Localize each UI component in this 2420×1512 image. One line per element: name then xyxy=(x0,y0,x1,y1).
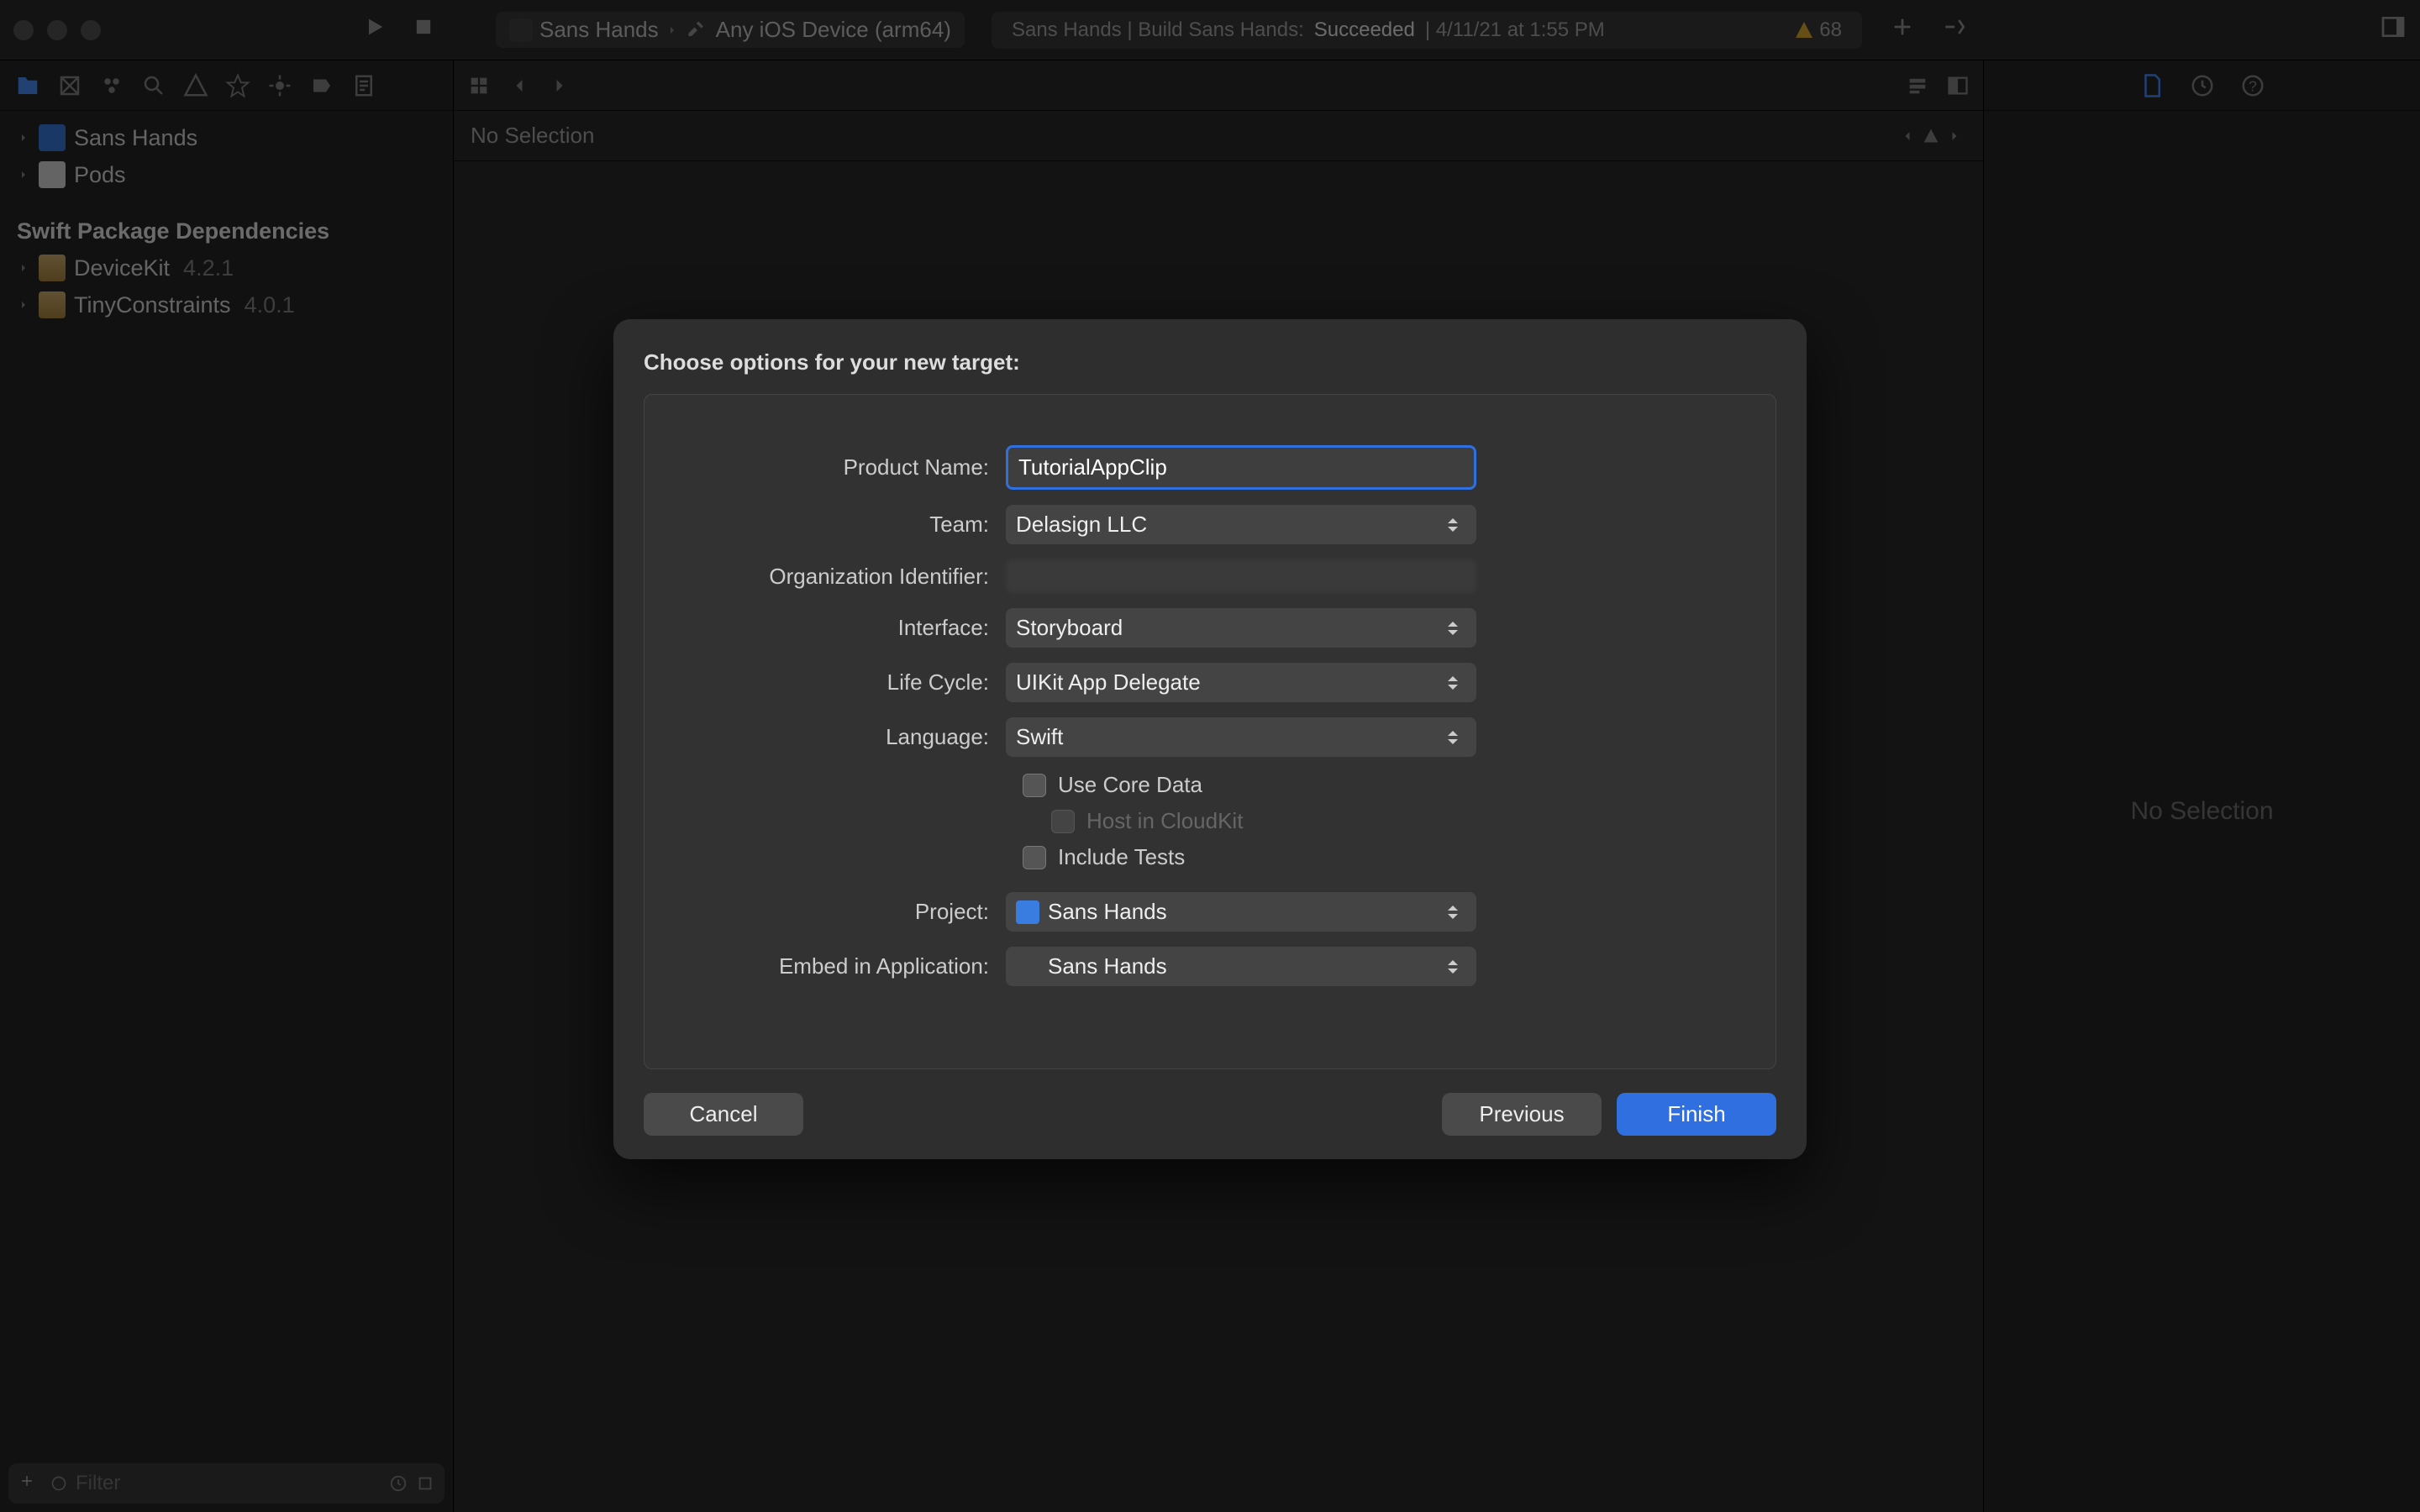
xcode-project-icon xyxy=(1016,900,1039,924)
project-label: Project: xyxy=(703,899,1006,925)
sheet-title: Choose options for your new target: xyxy=(644,349,1776,375)
embed-label: Embed in Application: xyxy=(703,953,1006,979)
interface-value: Storyboard xyxy=(1016,615,1123,641)
cloudkit-checkbox-row: Host in CloudKit xyxy=(1051,808,1717,834)
previous-button[interactable]: Previous xyxy=(1442,1093,1602,1136)
include-tests-label: Include Tests xyxy=(1058,844,1185,870)
org-id-field xyxy=(1006,559,1476,593)
life-cycle-value: UIKit App Delegate xyxy=(1016,669,1201,696)
stepper-icon xyxy=(1446,958,1466,975)
cloudkit-checkbox xyxy=(1051,810,1075,833)
team-select[interactable]: Delasign LLC xyxy=(1006,505,1476,544)
org-id-label: Organization Identifier: xyxy=(703,564,1006,590)
sheet-form: Product Name: Team: Delasign LLC Organiz… xyxy=(644,394,1776,1069)
finish-button[interactable]: Finish xyxy=(1617,1093,1776,1136)
team-value: Delasign LLC xyxy=(1016,512,1147,538)
stepper-icon xyxy=(1446,675,1466,691)
stepper-icon xyxy=(1446,620,1466,637)
product-name-label: Product Name: xyxy=(703,454,1006,480)
product-name-input[interactable] xyxy=(1006,445,1476,490)
core-data-label: Use Core Data xyxy=(1058,772,1202,798)
project-value: Sans Hands xyxy=(1048,899,1167,925)
interface-label: Interface: xyxy=(703,615,1006,641)
language-select[interactable]: Swift xyxy=(1006,717,1476,757)
include-tests-checkbox[interactable] xyxy=(1023,846,1046,869)
life-cycle-label: Life Cycle: xyxy=(703,669,1006,696)
stepper-icon xyxy=(1446,729,1466,746)
team-label: Team: xyxy=(703,512,1006,538)
core-data-checkbox-row[interactable]: Use Core Data xyxy=(1023,772,1717,798)
include-tests-checkbox-row[interactable]: Include Tests xyxy=(1023,844,1717,870)
new-target-options-sheet: Choose options for your new target: Prod… xyxy=(613,319,1807,1159)
stepper-icon xyxy=(1446,517,1466,533)
cancel-button[interactable]: Cancel xyxy=(644,1093,803,1136)
life-cycle-select[interactable]: UIKit App Delegate xyxy=(1006,663,1476,702)
cloudkit-label: Host in CloudKit xyxy=(1086,808,1243,834)
language-label: Language: xyxy=(703,724,1006,750)
app-icon xyxy=(1016,955,1039,979)
embed-select[interactable]: Sans Hands xyxy=(1006,947,1476,986)
language-value: Swift xyxy=(1016,724,1063,750)
project-select[interactable]: Sans Hands xyxy=(1006,892,1476,932)
embed-value: Sans Hands xyxy=(1048,953,1167,979)
interface-select[interactable]: Storyboard xyxy=(1006,608,1476,648)
stepper-icon xyxy=(1446,904,1466,921)
core-data-checkbox[interactable] xyxy=(1023,774,1046,797)
